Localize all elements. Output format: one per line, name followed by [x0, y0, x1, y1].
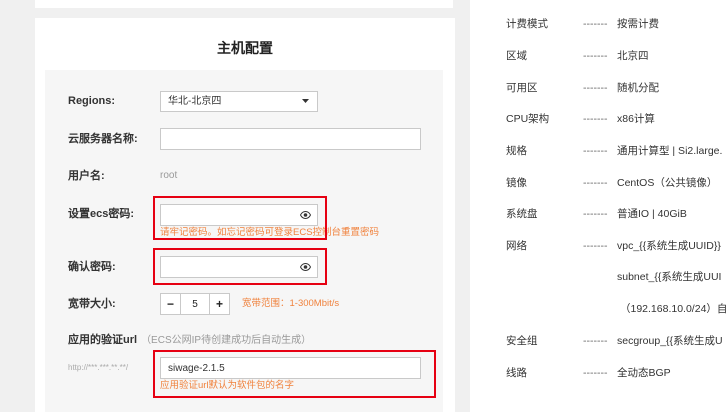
summary-label: 安全组: [506, 335, 538, 347]
summary-label: 线路: [506, 367, 527, 379]
summary-value: CentOS（公共镜像）: [617, 177, 718, 189]
bandwidth-stepper: − 5 +: [160, 293, 230, 315]
summary-label: 网络: [506, 240, 527, 252]
summary-label: 计费模式: [506, 18, 548, 30]
summary-separator: -------: [583, 240, 608, 252]
summary-separator: -------: [583, 367, 608, 379]
summary-value: 北京四: [617, 50, 649, 62]
verify-url-input[interactable]: [160, 357, 421, 379]
summary-value: 通用计算型 | Si2.large.: [617, 145, 723, 157]
summary-row-security-group: 安全组 ------- secgroup_{{系统生成U: [470, 333, 727, 349]
summary-row-network: 网络 ------- vpc_{{系统生成UUID}}: [470, 238, 727, 254]
eye-icon[interactable]: [300, 263, 311, 271]
summary-separator: -------: [583, 18, 608, 30]
eye-icon[interactable]: [300, 211, 311, 219]
summary-row-cidr: （192.168.10.0/24）自: [470, 301, 727, 317]
caret-down-icon: [302, 99, 309, 103]
summary-separator: -------: [583, 177, 608, 189]
summary-label: 规格: [506, 145, 527, 157]
summary-value: 按需计费: [617, 18, 659, 30]
region-select-value: 华北-北京四: [168, 96, 222, 107]
verify-url-note: （ECS公网IP待创建成功后自动生成）: [141, 335, 312, 346]
server-name-label: 云服务器名称:: [68, 133, 138, 145]
summary-row-flavor: 规格 ------- 通用计算型 | Si2.large.: [470, 143, 727, 159]
summary-row-billing: 计费模式 ------- 按需计费: [470, 16, 727, 32]
summary-value: 全动态BGP: [617, 367, 671, 379]
summary-row-line: 线路 ------- 全动态BGP: [470, 365, 727, 381]
summary-label: 区域: [506, 50, 527, 62]
summary-label: CPU架构: [506, 113, 550, 125]
previous-card: [35, 0, 453, 8]
password-input[interactable]: [160, 204, 318, 226]
confirm-password-field: [160, 256, 318, 278]
increment-button[interactable]: +: [209, 293, 230, 315]
confirm-password-input[interactable]: [160, 256, 318, 278]
summary-value: secgroup_{{系统生成U: [617, 335, 723, 347]
summary-row-subnet: subnet_{{系统生成UUI: [470, 269, 727, 285]
summary-separator: -------: [583, 82, 608, 94]
summary-separator: -------: [583, 50, 608, 62]
confirm-password-label: 确认密码:: [68, 261, 116, 273]
summary-value: 随机分配: [617, 82, 659, 94]
summary-value: 普通IO | 40GiB: [617, 208, 687, 220]
bandwidth-label: 宽带大小:: [68, 298, 116, 310]
summary-value: subnet_{{系统生成UUI: [617, 271, 722, 283]
summary-separator: -------: [583, 208, 608, 220]
summary-separator: -------: [583, 113, 608, 125]
summary-row-image: 镜像 ------- CentOS（公共镜像）: [470, 175, 727, 191]
summary-row-system-disk: 系统盘 ------- 普通IO | 40GiB: [470, 206, 727, 222]
summary-row-cpu-arch: CPU架构 ------- x86计算: [470, 111, 727, 127]
spec-summary-panel: 计费模式 ------- 按需计费 区域 ------- 北京四 可用区 ---…: [470, 0, 727, 412]
server-name-input[interactable]: [160, 128, 421, 150]
bandwidth-hint: 宽带范围：1-300Mbit/s: [242, 298, 340, 309]
page-title: 主机配置: [217, 40, 273, 56]
host-config-card: 主机配置 Regions: 华北-北京四 云服务器名称: 用户名: root 设…: [35, 18, 455, 412]
summary-label: 可用区: [506, 82, 538, 94]
password-label: 设置ecs密码:: [68, 208, 135, 220]
summary-separator: -------: [583, 145, 608, 157]
summary-row-zone: 可用区 ------- 随机分配: [470, 80, 727, 96]
username-label: 用户名:: [68, 170, 105, 182]
summary-value: vpc_{{系统生成UUID}}: [617, 240, 721, 252]
verify-url-hint: 应用验证url默认为软件包的名字: [160, 380, 295, 391]
username-value: root: [160, 170, 178, 181]
region-label: Regions:: [68, 95, 116, 107]
region-select[interactable]: 华北-北京四: [160, 91, 318, 112]
summary-label: 系统盘: [506, 208, 538, 220]
summary-value: （192.168.10.0/24）自: [620, 303, 727, 315]
summary-label: 镜像: [506, 177, 527, 189]
summary-row-region: 区域 ------- 北京四: [470, 48, 727, 64]
verify-url-prefix: http://***.***.**.**/: [68, 363, 129, 372]
summary-separator: -------: [583, 335, 608, 347]
password-hint: 请牢记密码。如忘记密码可登录ECS控制台重置密码: [160, 227, 380, 238]
bandwidth-value[interactable]: 5: [181, 293, 209, 315]
decrement-button[interactable]: −: [160, 293, 181, 315]
summary-value: x86计算: [617, 113, 655, 125]
verify-url-title: 应用的验证url: [68, 334, 138, 346]
host-config-form: Regions: 华北-北京四 云服务器名称: 用户名: root 设置ecs密…: [45, 70, 443, 412]
password-field: [160, 204, 318, 226]
verify-url-label: 应用的验证url （ECS公网IP待创建成功后自动生成）: [68, 332, 311, 348]
